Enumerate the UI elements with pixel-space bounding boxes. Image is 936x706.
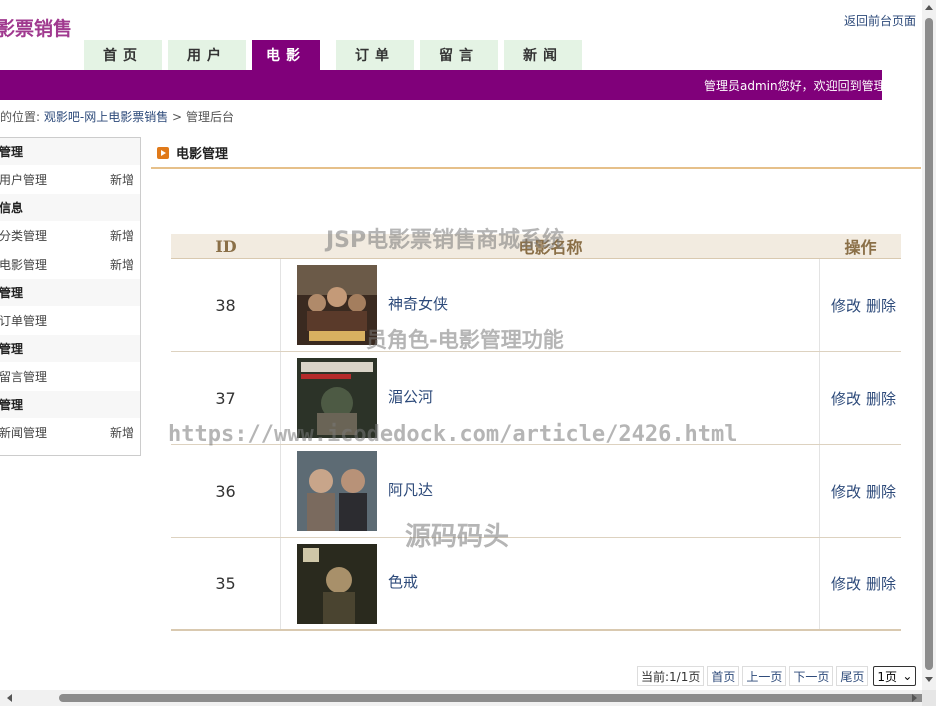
table-row: 36 阿凡达 修改 删除 <box>171 445 901 538</box>
table-header: ID 电影名称 操作 <box>171 234 901 259</box>
tab-news[interactable]: 新闻 <box>504 40 582 70</box>
column-header-ops: 操作 <box>844 238 877 257</box>
arrow-right-icon <box>157 146 169 159</box>
breadcrumb-separator: > <box>172 110 183 124</box>
main-nav: 首页 用户 电影 订单 留言 新闻 <box>84 40 588 70</box>
movie-name[interactable]: 神奇女侠 <box>388 293 448 314</box>
site-logo: 影票销售 <box>0 18 73 40</box>
tab-home[interactable]: 首页 <box>84 40 162 70</box>
cell-name: 色戒 <box>281 538 820 629</box>
cell-id: 38 <box>171 259 281 351</box>
sidebar-group-title: 管理 <box>0 335 140 362</box>
sidebar-item-label[interactable]: 电影管理 <box>0 256 47 273</box>
panel-title-text: 电影管理 <box>176 147 229 162</box>
scrollbar-corner <box>922 690 936 706</box>
edit-link[interactable]: 修改 <box>831 573 861 594</box>
tab-messages[interactable]: 留言 <box>420 40 498 70</box>
vertical-scroll-thumb[interactable] <box>925 18 933 670</box>
welcome-text: 管理员admin您好，欢迎回到管理 <box>704 79 882 93</box>
sidebar-group-title: 管理 <box>0 279 140 306</box>
tab-users[interactable]: 用户 <box>168 40 246 70</box>
column-header-id: ID <box>215 236 237 256</box>
cell-id: 37 <box>171 352 281 444</box>
next-page-link[interactable]: 下一页 <box>789 666 834 686</box>
sidebar-item-messages[interactable]: 留言管理 <box>0 362 140 391</box>
last-page-link[interactable]: 尾页 <box>836 666 869 686</box>
sidebar-group-title: 管理 <box>0 138 140 165</box>
sidebar: 管理 用户管理 新增 信息 分类管理 新增 电影管理 新增 管理 订单管理 管理… <box>0 137 141 456</box>
cell-ops: 修改 删除 <box>820 445 901 537</box>
cell-id: 36 <box>171 445 281 537</box>
scroll-left-icon[interactable] <box>7 694 12 702</box>
page-select-value: 1页 <box>877 669 898 684</box>
breadcrumb-site-link[interactable]: 观影吧-网上电影票销售 <box>44 110 168 124</box>
cell-id: 35 <box>171 538 281 629</box>
sidebar-add-user-link[interactable]: 新增 <box>110 171 134 188</box>
cell-name: 神奇女侠 <box>281 259 820 351</box>
chevron-down-icon: ⌄ <box>902 669 913 683</box>
movie-name[interactable]: 阿凡达 <box>388 479 433 500</box>
scroll-right-icon[interactable] <box>912 694 917 702</box>
movie-table: ID 电影名称 操作 38 神奇女侠 修改 删除 37 湄公河 修改 删除 36… <box>171 234 901 631</box>
sidebar-add-news-link[interactable]: 新增 <box>110 424 134 441</box>
delete-link[interactable]: 删除 <box>866 388 896 409</box>
movie-name[interactable]: 色戒 <box>388 571 418 592</box>
sidebar-add-movie-link[interactable]: 新增 <box>110 256 134 273</box>
prev-page-link[interactable]: 上一页 <box>742 666 787 686</box>
table-row: 35 色戒 修改 删除 <box>171 538 901 631</box>
edit-link[interactable]: 修改 <box>831 481 861 502</box>
delete-link[interactable]: 删除 <box>866 295 896 316</box>
sidebar-item-categories[interactable]: 分类管理 新增 <box>0 221 140 250</box>
sidebar-group-title: 管理 <box>0 391 140 418</box>
breadcrumb: 的位置: 观影吧-网上电影票销售 > 管理后台 <box>0 108 234 125</box>
panel-divider <box>151 167 921 169</box>
tab-movies[interactable]: 电影 <box>252 40 320 70</box>
horizontal-scroll-thumb[interactable] <box>59 694 927 702</box>
cell-name: 阿凡达 <box>281 445 820 537</box>
edit-link[interactable]: 修改 <box>831 388 861 409</box>
mekong-poster[interactable] <box>297 358 377 438</box>
edit-link[interactable]: 修改 <box>831 295 861 316</box>
pagination: 当前:1/1页 首页 上一页 下一页 尾页 1页 ⌄ <box>637 666 917 686</box>
avatar-poster[interactable] <box>297 451 377 531</box>
sidebar-add-category-link[interactable]: 新增 <box>110 227 134 244</box>
delete-link[interactable]: 删除 <box>866 573 896 594</box>
sidebar-item-label[interactable]: 新闻管理 <box>0 424 47 441</box>
panel-title: 电影管理 <box>157 143 228 162</box>
vertical-scrollbar[interactable] <box>922 0 936 690</box>
movie-name[interactable]: 湄公河 <box>388 386 433 407</box>
scroll-up-icon[interactable] <box>925 5 933 10</box>
scroll-down-icon[interactable] <box>925 677 933 682</box>
cell-ops: 修改 删除 <box>820 259 901 351</box>
wonder-woman-poster[interactable] <box>297 265 377 345</box>
sidebar-item-label[interactable]: 订单管理 <box>0 312 47 329</box>
first-page-link[interactable]: 首页 <box>707 666 740 686</box>
cell-ops: 修改 删除 <box>820 352 901 444</box>
page-status: 当前:1/1页 <box>637 666 705 686</box>
back-to-frontend-link[interactable]: 返回前台页面 <box>844 12 916 29</box>
header-bar: 管理员admin您好，欢迎回到管理 <box>0 70 882 100</box>
sidebar-item-orders[interactable]: 订单管理 <box>0 306 140 335</box>
sidebar-item-news[interactable]: 新闻管理 新增 <box>0 418 140 447</box>
sidebar-group-title: 信息 <box>0 194 140 221</box>
lust-caution-poster[interactable] <box>297 543 377 624</box>
breadcrumb-prefix: 的位置: <box>0 110 41 124</box>
cell-ops: 修改 删除 <box>820 538 901 629</box>
breadcrumb-current: 管理后台 <box>185 110 234 124</box>
table-row: 38 神奇女侠 修改 删除 <box>171 259 901 352</box>
tab-orders[interactable]: 订单 <box>336 40 414 70</box>
sidebar-item-label[interactable]: 留言管理 <box>0 368 47 385</box>
sidebar-item-users[interactable]: 用户管理 新增 <box>0 165 140 194</box>
column-header-name: 电影名称 <box>518 238 583 257</box>
cell-name: 湄公河 <box>281 352 820 444</box>
sidebar-item-label[interactable]: 用户管理 <box>0 171 47 188</box>
horizontal-scrollbar[interactable] <box>0 690 927 706</box>
sidebar-item-label[interactable]: 分类管理 <box>0 227 47 244</box>
table-row: 37 湄公河 修改 删除 <box>171 352 901 445</box>
page-select[interactable]: 1页 ⌄ <box>873 666 917 686</box>
delete-link[interactable]: 删除 <box>866 481 896 502</box>
sidebar-item-movies[interactable]: 电影管理 新增 <box>0 250 140 279</box>
